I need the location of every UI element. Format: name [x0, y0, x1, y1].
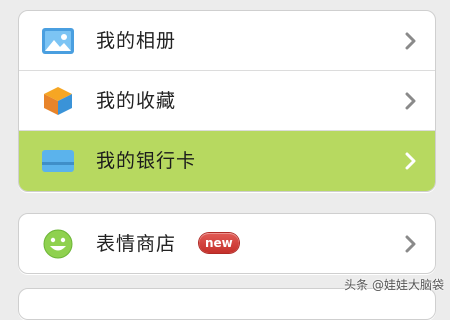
watermark-text: 头条 @娃娃大脑袋: [344, 278, 444, 292]
smiley-face-icon: [43, 229, 73, 259]
menu-item-label: 我的银行卡: [96, 150, 197, 172]
menu-group-stickers: 表情商店 new: [18, 213, 436, 274]
menu-group-personal: 我的相册 我的收藏 我的银行卡: [18, 10, 436, 192]
chevron-right-icon: [405, 152, 416, 170]
menu-item-my-album[interactable]: 我的相册: [19, 11, 435, 71]
chevron-right-icon: [405, 235, 416, 253]
menu-item-sticker-store[interactable]: 表情商店 new: [19, 214, 435, 273]
menu-item-label: 我的收藏: [96, 90, 177, 112]
chevron-right-icon: [405, 32, 416, 50]
menu-item-my-bank-card[interactable]: 我的银行卡: [19, 131, 435, 191]
menu-item-label: 我的相册: [96, 30, 177, 52]
photo-album-icon: [42, 28, 74, 54]
chevron-right-icon: [405, 92, 416, 110]
menu-item-my-favorites[interactable]: 我的收藏: [19, 71, 435, 131]
menu-item-label: 表情商店: [96, 233, 177, 255]
bank-card-icon: [42, 150, 74, 172]
new-badge: new: [199, 233, 239, 253]
favorites-cube-icon: [44, 87, 72, 115]
